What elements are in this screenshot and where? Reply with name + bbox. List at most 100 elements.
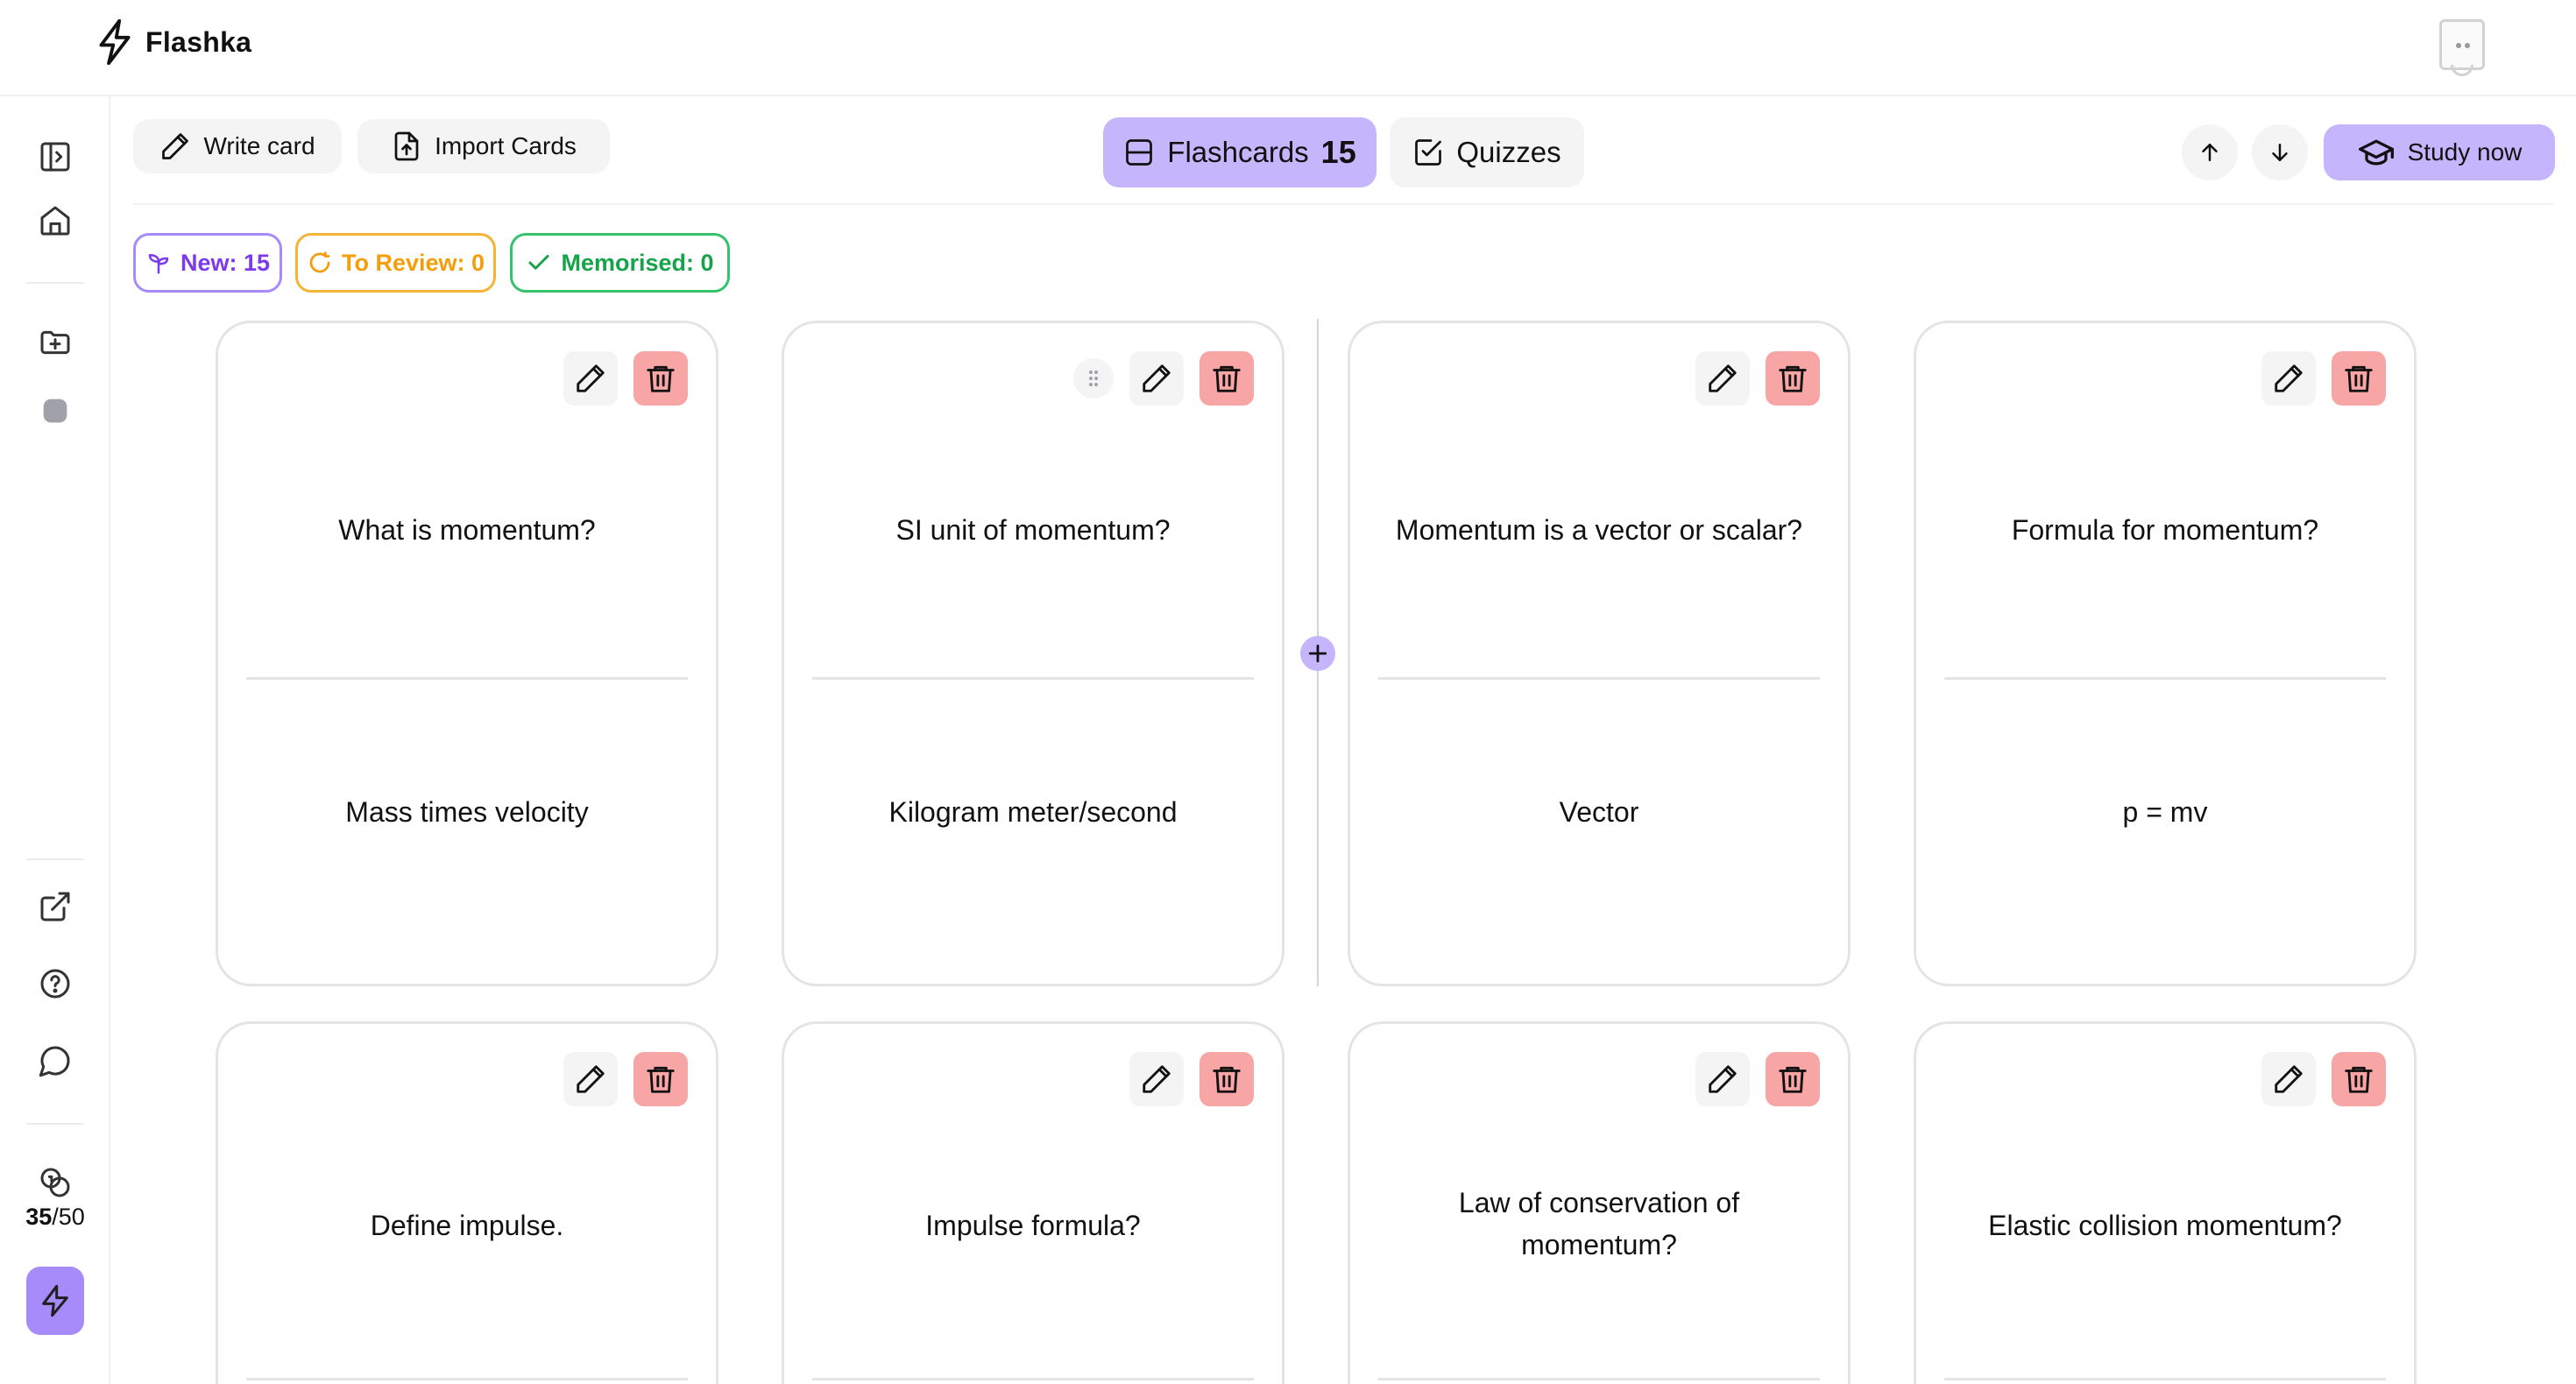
flashcards-icon	[1126, 139, 1153, 166]
flashcard[interactable]: SI unit of momentum? Kilogram meter/seco…	[782, 321, 1284, 986]
delete-card-button[interactable]	[1200, 351, 1254, 406]
avatar[interactable]	[2439, 19, 2485, 76]
avatar-eye-left	[2456, 43, 2461, 48]
check-icon	[528, 255, 549, 270]
flashcards-count: 15	[1320, 134, 1356, 170]
chat-icon	[39, 1046, 70, 1077]
sidebar-toggle-icon	[40, 142, 70, 172]
trash-icon	[647, 1066, 675, 1093]
help-button[interactable]	[35, 964, 75, 1004]
delete-card-button[interactable]	[633, 1052, 688, 1106]
tab-flashcards-label: Flashcards	[1167, 136, 1309, 168]
card-question: Impulse formula?	[925, 1210, 1141, 1241]
bolt-icon	[99, 19, 131, 65]
top-header: Flashka	[0, 0, 2576, 96]
card-divider	[1378, 677, 1820, 680]
credits-total: /50	[52, 1204, 85, 1230]
edit-card-button[interactable]	[563, 1052, 618, 1106]
scroll-up-button[interactable]	[2182, 124, 2238, 180]
card-divider	[812, 1378, 1254, 1380]
card-actions	[563, 351, 688, 406]
graduation-cap-icon	[2358, 139, 2394, 166]
sidebar-toggle-button[interactable]	[35, 137, 75, 177]
edit-card-button[interactable]	[1129, 351, 1184, 406]
folder-item[interactable]	[35, 391, 75, 431]
tab-quizzes[interactable]: Quizzes	[1390, 117, 1584, 187]
sidebar-toggle-button[interactable]	[35, 96, 75, 137]
edit-card-button[interactable]	[563, 351, 618, 406]
card-question: Law of conservation of momentum?	[1458, 1187, 1740, 1260]
trash-icon	[647, 365, 675, 392]
scroll-down-button[interactable]	[2252, 124, 2308, 180]
edit-card-button[interactable]	[1695, 1052, 1750, 1106]
import-cards-label: Import Cards	[435, 132, 577, 159]
trash-icon	[1213, 365, 1241, 392]
status-memorised-label: Memorised: 0	[561, 249, 714, 276]
card-actions	[1695, 351, 1820, 406]
card-actions	[563, 1052, 688, 1106]
pencil-icon	[1709, 364, 1737, 392]
flashcard[interactable]: Elastic collision momentum?	[1914, 1021, 2417, 1384]
status-memorised-badge[interactable]: Memorised: 0	[510, 233, 730, 293]
delete-card-button[interactable]	[1766, 1052, 1820, 1106]
folder-plus-icon	[40, 330, 70, 355]
pencil-icon	[577, 1065, 605, 1093]
card-actions	[2261, 351, 2386, 406]
card-divider	[246, 677, 688, 680]
card-answer: Mass times velocity	[345, 796, 589, 828]
drag-handle[interactable]	[1073, 358, 1114, 399]
trash-icon	[2345, 365, 2373, 392]
trash-icon	[2345, 1066, 2373, 1093]
folder-dot-icon	[43, 399, 67, 423]
arrow-down-icon	[2272, 144, 2288, 161]
checkbox-icon	[1415, 139, 1442, 166]
edit-card-button[interactable]	[2261, 1052, 2316, 1106]
credits-counter[interactable]: 35/50	[0, 1165, 110, 1231]
sidebar-divider	[26, 858, 84, 860]
feedback-button[interactable]	[35, 1041, 75, 1081]
card-divider	[246, 1378, 688, 1380]
flashcard[interactable]: Impulse formula?	[782, 1021, 1284, 1384]
sidebar-divider	[26, 282, 84, 284]
status-new-badge[interactable]: New: 15	[133, 233, 282, 293]
new-folder-button[interactable]	[35, 322, 75, 363]
grip-icon	[1089, 371, 1098, 386]
card-question: SI unit of momentum?	[895, 514, 1171, 546]
arrow-up-icon	[2202, 144, 2218, 161]
edit-card-button[interactable]	[1129, 1052, 1184, 1106]
status-review-badge[interactable]: To Review: 0	[295, 233, 496, 293]
card-answer: p = mv	[2122, 796, 2208, 828]
pencil-icon	[2275, 1065, 2303, 1093]
write-card-button[interactable]: Write card	[133, 119, 342, 173]
delete-card-button[interactable]	[1200, 1052, 1254, 1106]
delete-card-button[interactable]	[2332, 351, 2386, 406]
tab-flashcards[interactable]: Flashcards 15	[1103, 117, 1376, 187]
home-button[interactable]	[35, 201, 75, 241]
flashcard[interactable]: Momentum is a vector or scalar? Vector	[1348, 321, 1851, 986]
toolbar: Write card Import Cards Flashcards 15 Qu…	[110, 96, 2576, 205]
pencil-icon	[1143, 1065, 1171, 1093]
delete-card-button[interactable]	[633, 351, 688, 406]
edit-card-button[interactable]	[1695, 351, 1750, 406]
insert-card-button[interactable]	[1300, 636, 1335, 671]
study-now-button[interactable]: Study now	[2324, 124, 2555, 180]
card-question: What is momentum?	[338, 514, 596, 546]
status-new-label: New: 15	[180, 249, 271, 276]
sprout-icon	[148, 254, 169, 274]
delete-card-button[interactable]	[1766, 351, 1820, 406]
card-actions	[1695, 1052, 1820, 1106]
upgrade-button[interactable]	[26, 1267, 84, 1335]
open-external-button[interactable]	[35, 886, 75, 927]
credits-used: 35	[25, 1204, 53, 1230]
plus-icon	[1308, 644, 1327, 663]
brand[interactable]: Flashka	[96, 18, 251, 67]
card-divider	[1378, 1378, 1820, 1380]
flashcard[interactable]: What is momentum? Mass times velocity	[216, 321, 718, 986]
delete-card-button[interactable]	[2332, 1052, 2386, 1106]
edit-card-button[interactable]	[2261, 351, 2316, 406]
flashcard[interactable]: Law of conservation of momentum?	[1348, 1021, 1851, 1384]
flashcard[interactable]: Formula for momentum? p = mv	[1914, 321, 2417, 986]
import-cards-button[interactable]: Import Cards	[357, 119, 610, 173]
flashcard[interactable]: Define impulse.	[216, 1021, 718, 1384]
coins-icon	[40, 1168, 70, 1197]
